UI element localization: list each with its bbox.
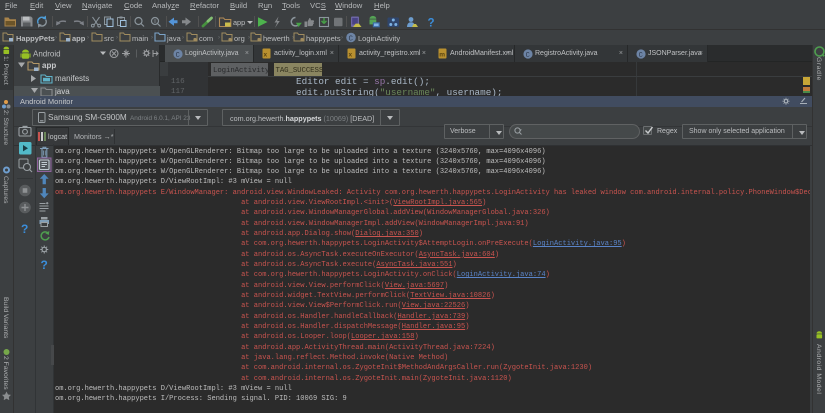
svg-text:C: C	[526, 52, 530, 59]
svg-text:?: ?	[41, 258, 48, 272]
svg-text:x: x	[264, 51, 268, 58]
svg-text:C: C	[639, 52, 643, 59]
svg-text:C: C	[176, 52, 180, 59]
svg-text:x: x	[349, 51, 353, 58]
svg-text:C: C	[349, 36, 354, 44]
svg-text:?: ?	[21, 222, 28, 236]
svg-text:?: ?	[428, 18, 435, 30]
svg-text:m: m	[439, 51, 445, 58]
svg-text:Android: Android	[33, 50, 61, 59]
